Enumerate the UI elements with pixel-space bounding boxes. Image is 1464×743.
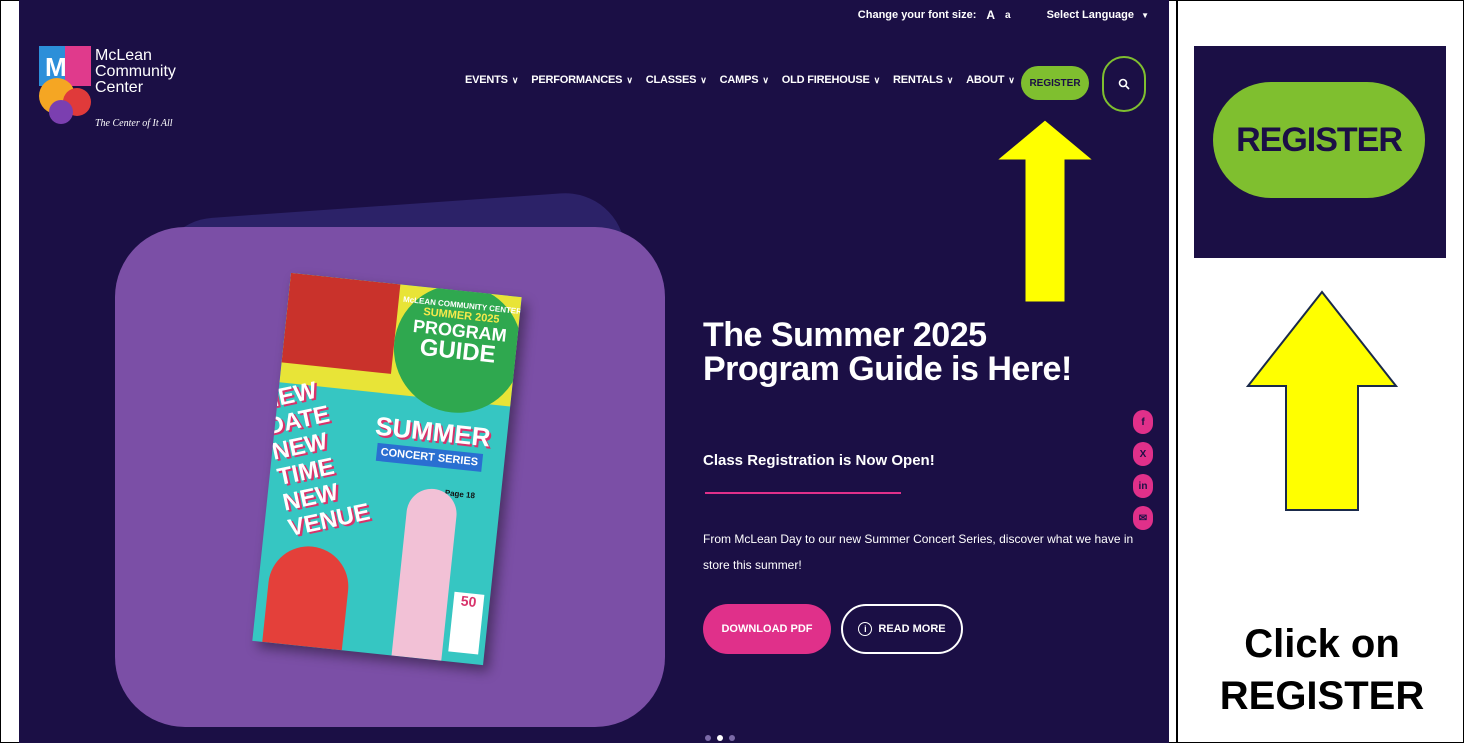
chevron-down-icon: ∨ (1008, 74, 1015, 85)
logo-wordmark: McLean Community Center (95, 48, 176, 96)
top-utility-bar: Change your font size: A a Select Langua… (858, 8, 1149, 22)
cover-singer-image (391, 486, 460, 661)
nav-label: CAMPS (719, 74, 759, 86)
nav-item-rentals[interactable]: RENTALS ∨ (893, 74, 953, 86)
chevron-down-icon: ∨ (700, 74, 707, 85)
nav-label: OLD FIREHOUSE (781, 74, 870, 86)
program-guide-cover[interactable]: McLEAN COMMUNITY CENTER SUMMER 2025 PROG… (252, 272, 522, 666)
instruction-text: Click on REGISTER (1180, 618, 1464, 722)
info-icon: i (858, 622, 873, 636)
caret-down-icon: ▼ (1141, 11, 1149, 20)
language-select[interactable]: Select Language ▼ (1047, 9, 1149, 21)
chevron-down-icon: ∨ (762, 74, 769, 85)
cover-performer-image (262, 542, 353, 651)
search-button[interactable] (1102, 56, 1146, 112)
carousel-dot[interactable] (705, 735, 711, 741)
chevron-down-icon: ∨ (873, 74, 881, 85)
nav-item-camps[interactable]: CAMPS ∨ (720, 74, 769, 86)
nav-item-events[interactable]: EVENTS ∨ (465, 74, 518, 86)
nav-label: CLASSES (645, 74, 697, 86)
column-divider (1176, 0, 1178, 743)
nav-item-old-firehouse[interactable]: OLD FIREHOUSE ∨ (782, 74, 880, 86)
logo-tagline: The Center of It All (95, 118, 173, 129)
carousel-dot[interactable] (729, 735, 735, 741)
cover-new-text: NEW DATE NEW TIME NEW VENUE (258, 376, 373, 543)
site-logo[interactable]: M McLean Community Center The Center of … (39, 46, 199, 136)
logo-line-1: McLean (95, 47, 152, 64)
cover-anniversary-badge: 50 (448, 591, 485, 655)
nav-item-classes[interactable]: CLASSES ∨ (646, 74, 707, 86)
nav-item-about[interactable]: ABOUT ∨ (966, 74, 1015, 86)
pointer-arrow-icon (1246, 290, 1398, 511)
nav-label: EVENTS (465, 74, 508, 86)
carousel-dot-active[interactable] (717, 735, 723, 741)
language-label: Select Language (1046, 9, 1135, 21)
cover-photo (281, 272, 401, 374)
register-zoom-panel: REGISTER (1194, 46, 1446, 258)
subtitle-underline (705, 492, 901, 494)
chevron-down-icon: ∨ (511, 74, 519, 85)
logo-line-2: Community (95, 63, 176, 80)
nav-item-performances[interactable]: PERFORMANCES ∨ (531, 74, 633, 86)
carousel-dots (705, 735, 735, 741)
hero-description: From McLean Day to our new Summer Concer… (703, 532, 1134, 572)
social-links: f X in ✉ (1133, 410, 1153, 530)
chevron-down-icon: ∨ (946, 74, 954, 85)
email-icon[interactable]: ✉ (1133, 506, 1153, 530)
mcc-logo-icon: M (39, 46, 91, 124)
logo-line-3: Center (95, 79, 144, 96)
read-more-label: READ MORE (878, 623, 946, 635)
font-size-label: Change your font size: (857, 9, 977, 21)
facebook-icon[interactable]: f (1133, 410, 1153, 434)
x-twitter-icon[interactable]: X (1133, 442, 1153, 466)
hero-subtitle: Class Registration is Now Open! (703, 452, 935, 469)
nav-label: RENTALS (893, 74, 943, 86)
linkedin-icon[interactable]: in (1133, 474, 1153, 498)
website-screenshot: Change your font size: A a Select Langua… (19, 0, 1169, 743)
nav-label: PERFORMANCES (531, 74, 623, 86)
chevron-down-icon: ∨ (626, 74, 633, 85)
font-increase-button[interactable]: A (986, 8, 995, 22)
hero-title: The Summer 2025 Program Guide is Here! (703, 316, 1072, 388)
svg-text:M: M (45, 52, 67, 82)
read-more-button[interactable]: i READ MORE (841, 604, 963, 654)
pointer-arrow-icon (995, 119, 1095, 303)
search-icon (1118, 78, 1130, 90)
register-button[interactable]: REGISTER (1021, 66, 1089, 100)
register-button-zoomed[interactable]: REGISTER (1213, 82, 1425, 198)
instruction-line-1: Click on (1244, 622, 1400, 666)
font-decrease-button[interactable]: a (1005, 10, 1011, 21)
main-nav: EVENTS ∨ PERFORMANCES ∨ CLASSES ∨ CAMPS ∨ OL… (465, 74, 1015, 86)
instruction-line-2: REGISTER (1219, 674, 1425, 718)
nav-label: ABOUT (966, 74, 1005, 86)
download-pdf-button[interactable]: DOWNLOAD PDF (703, 604, 831, 654)
